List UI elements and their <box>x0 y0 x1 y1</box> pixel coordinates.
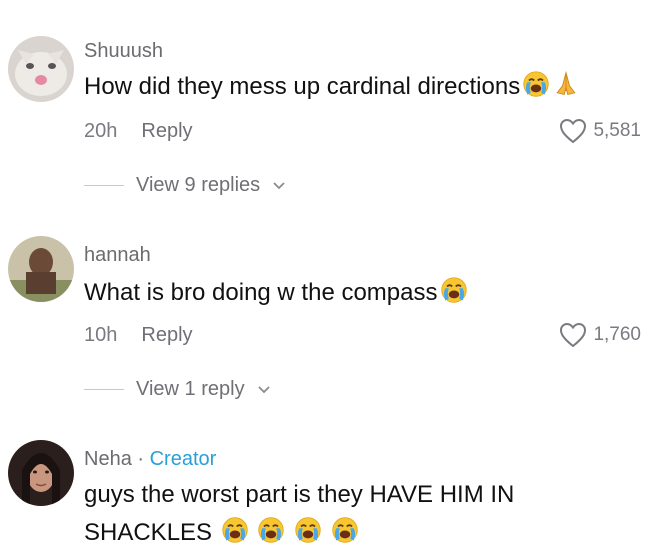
username[interactable]: hannah <box>84 244 151 267</box>
comment-meta: 10h Reply <box>84 324 193 347</box>
view-replies-label: View 1 reply <box>136 378 245 400</box>
divider-line <box>84 185 124 186</box>
view-replies-label: View 9 replies <box>136 174 261 196</box>
like-count: 5,581 <box>593 120 641 141</box>
timestamp: 20h <box>84 120 118 142</box>
username[interactable]: Shuuush <box>84 40 163 63</box>
comment-text: How did they mess up cardinal directions <box>84 68 580 106</box>
heart-icon <box>559 118 587 144</box>
avatar[interactable] <box>8 236 74 302</box>
reply-button[interactable]: Reply <box>141 120 192 142</box>
reply-button[interactable]: Reply <box>141 324 192 346</box>
comment-text-line-2: SHACKLES <box>84 514 514 552</box>
avatar[interactable] <box>8 440 74 506</box>
divider-line <box>84 389 124 390</box>
folded-hands-icon <box>552 70 580 98</box>
loudly-crying-face-icon <box>221 516 249 544</box>
loudly-crying-face-icon <box>294 516 322 544</box>
loudly-crying-face-icon <box>440 276 468 304</box>
chevron-down-icon <box>273 181 285 189</box>
creator-badge: Creator <box>149 448 217 470</box>
timestamp: 10h <box>84 324 118 346</box>
view-replies-button[interactable]: View 9 replies <box>84 174 286 197</box>
loudly-crying-face-icon <box>522 70 550 98</box>
comment-text-content: What is bro doing w the compass <box>84 279 438 306</box>
comment-text-line-2-content: SHACKLES <box>84 519 213 546</box>
comment-text-content: How did they mess up cardinal directions <box>84 73 521 100</box>
chevron-down-icon <box>257 385 270 393</box>
like-button[interactable]: 5,581 <box>559 118 641 144</box>
comment-text: guys the worst part is they HAVE HIM IN … <box>84 476 514 552</box>
avatar[interactable] <box>8 36 74 102</box>
comment-meta: 20h Reply <box>84 120 193 143</box>
comment-text-line-1: guys the worst part is they HAVE HIM IN <box>84 481 515 508</box>
like-count: 1,760 <box>593 324 641 345</box>
like-button[interactable]: 1,760 <box>559 322 641 348</box>
username: Neha · Creator <box>84 448 216 471</box>
heart-icon <box>559 322 587 348</box>
view-replies-button[interactable]: View 1 reply <box>84 378 271 401</box>
separator-dot: · <box>137 448 145 470</box>
loudly-crying-face-icon <box>331 516 359 544</box>
comment-text: What is bro doing w the compass <box>84 274 468 312</box>
username-label[interactable]: Neha <box>84 448 132 470</box>
loudly-crying-face-icon <box>257 516 285 544</box>
